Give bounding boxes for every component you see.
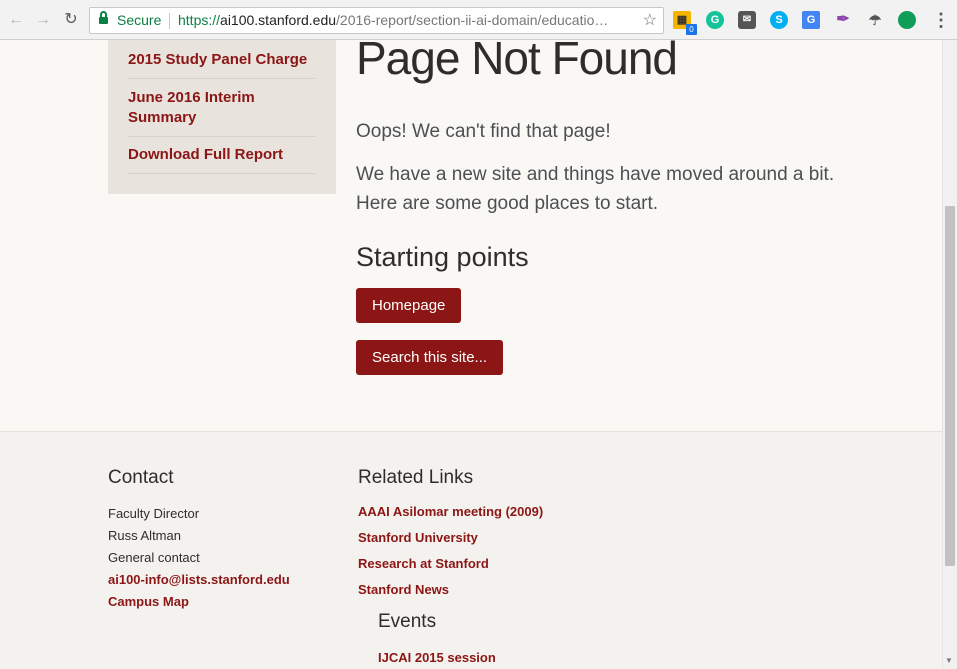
- footer: Contact Faculty Director Russ Altman Gen…: [0, 431, 942, 669]
- campus-map-link[interactable]: Campus Map: [108, 593, 189, 611]
- event-link-ijcai[interactable]: IJCAI 2015 session: [378, 649, 496, 667]
- contact-heading: Contact: [108, 467, 174, 488]
- related-links-heading: Related Links: [358, 467, 474, 488]
- extension-badge: 0: [686, 24, 697, 35]
- feather-icon[interactable]: ✒: [834, 11, 852, 29]
- back-arrow-icon[interactable]: ←: [6, 10, 26, 30]
- homepage-button[interactable]: Homepage: [356, 288, 462, 323]
- hangouts-icon[interactable]: [898, 11, 916, 29]
- starting-points-heading: Starting points: [356, 242, 529, 272]
- faculty-director-label: Faculty Director: [108, 506, 200, 521]
- moved-text-line1: We have a new site and things have moved…: [356, 164, 835, 185]
- url-path: /2016-report/section-ii-ai-domain/educat…: [336, 12, 609, 28]
- related-link-aaai[interactable]: AAAI Asilomar meeting (2009): [358, 503, 543, 521]
- sidebar: 2015 Study Panel Charge June 2016 Interi…: [108, 40, 336, 194]
- umbrella-icon[interactable]: ☂: [866, 11, 884, 29]
- translate-icon[interactable]: G: [802, 11, 820, 29]
- page-title: Page Not Found: [356, 32, 678, 84]
- browser-menu-icon[interactable]: ⋮: [932, 10, 950, 30]
- grammarly-icon[interactable]: G: [706, 11, 724, 29]
- contact-email-link[interactable]: ai100-info@lists.stanford.edu: [108, 571, 290, 589]
- sidebar-item-study-panel-charge[interactable]: 2015 Study Panel Charge: [128, 50, 315, 79]
- reload-icon[interactable]: ↻: [61, 10, 81, 30]
- related-link-research[interactable]: Research at Stanford: [358, 555, 489, 573]
- faculty-director-name: Russ Altman: [108, 528, 181, 543]
- secure-label: Secure: [117, 12, 162, 28]
- skype-icon[interactable]: S: [770, 11, 788, 29]
- mail-icon[interactable]: ✉: [738, 11, 756, 29]
- scroll-down-arrow-icon[interactable]: ▼: [945, 656, 953, 665]
- scrollbar-thumb[interactable]: [945, 206, 955, 566]
- forward-arrow-icon[interactable]: →: [33, 10, 53, 30]
- lock-icon: [99, 11, 108, 25]
- search-site-button[interactable]: Search this site...: [356, 340, 504, 375]
- oops-text: Oops! We can't find that page!: [356, 121, 611, 142]
- address-divider: [169, 13, 170, 29]
- sidebar-item-download-report[interactable]: Download Full Report: [128, 145, 315, 174]
- events-heading: Events: [378, 611, 437, 632]
- general-contact-label: General contact: [108, 550, 200, 565]
- sidebar-item-interim-summary[interactable]: June 2016 Interim Summary: [128, 88, 315, 137]
- url-scheme: https://: [178, 12, 221, 28]
- related-link-stanford[interactable]: Stanford University: [358, 529, 478, 547]
- related-link-news[interactable]: Stanford News: [358, 581, 449, 599]
- url-host: ai100.stanford.edu: [220, 12, 337, 28]
- moved-text-line2: Here are some good places to start.: [356, 193, 659, 214]
